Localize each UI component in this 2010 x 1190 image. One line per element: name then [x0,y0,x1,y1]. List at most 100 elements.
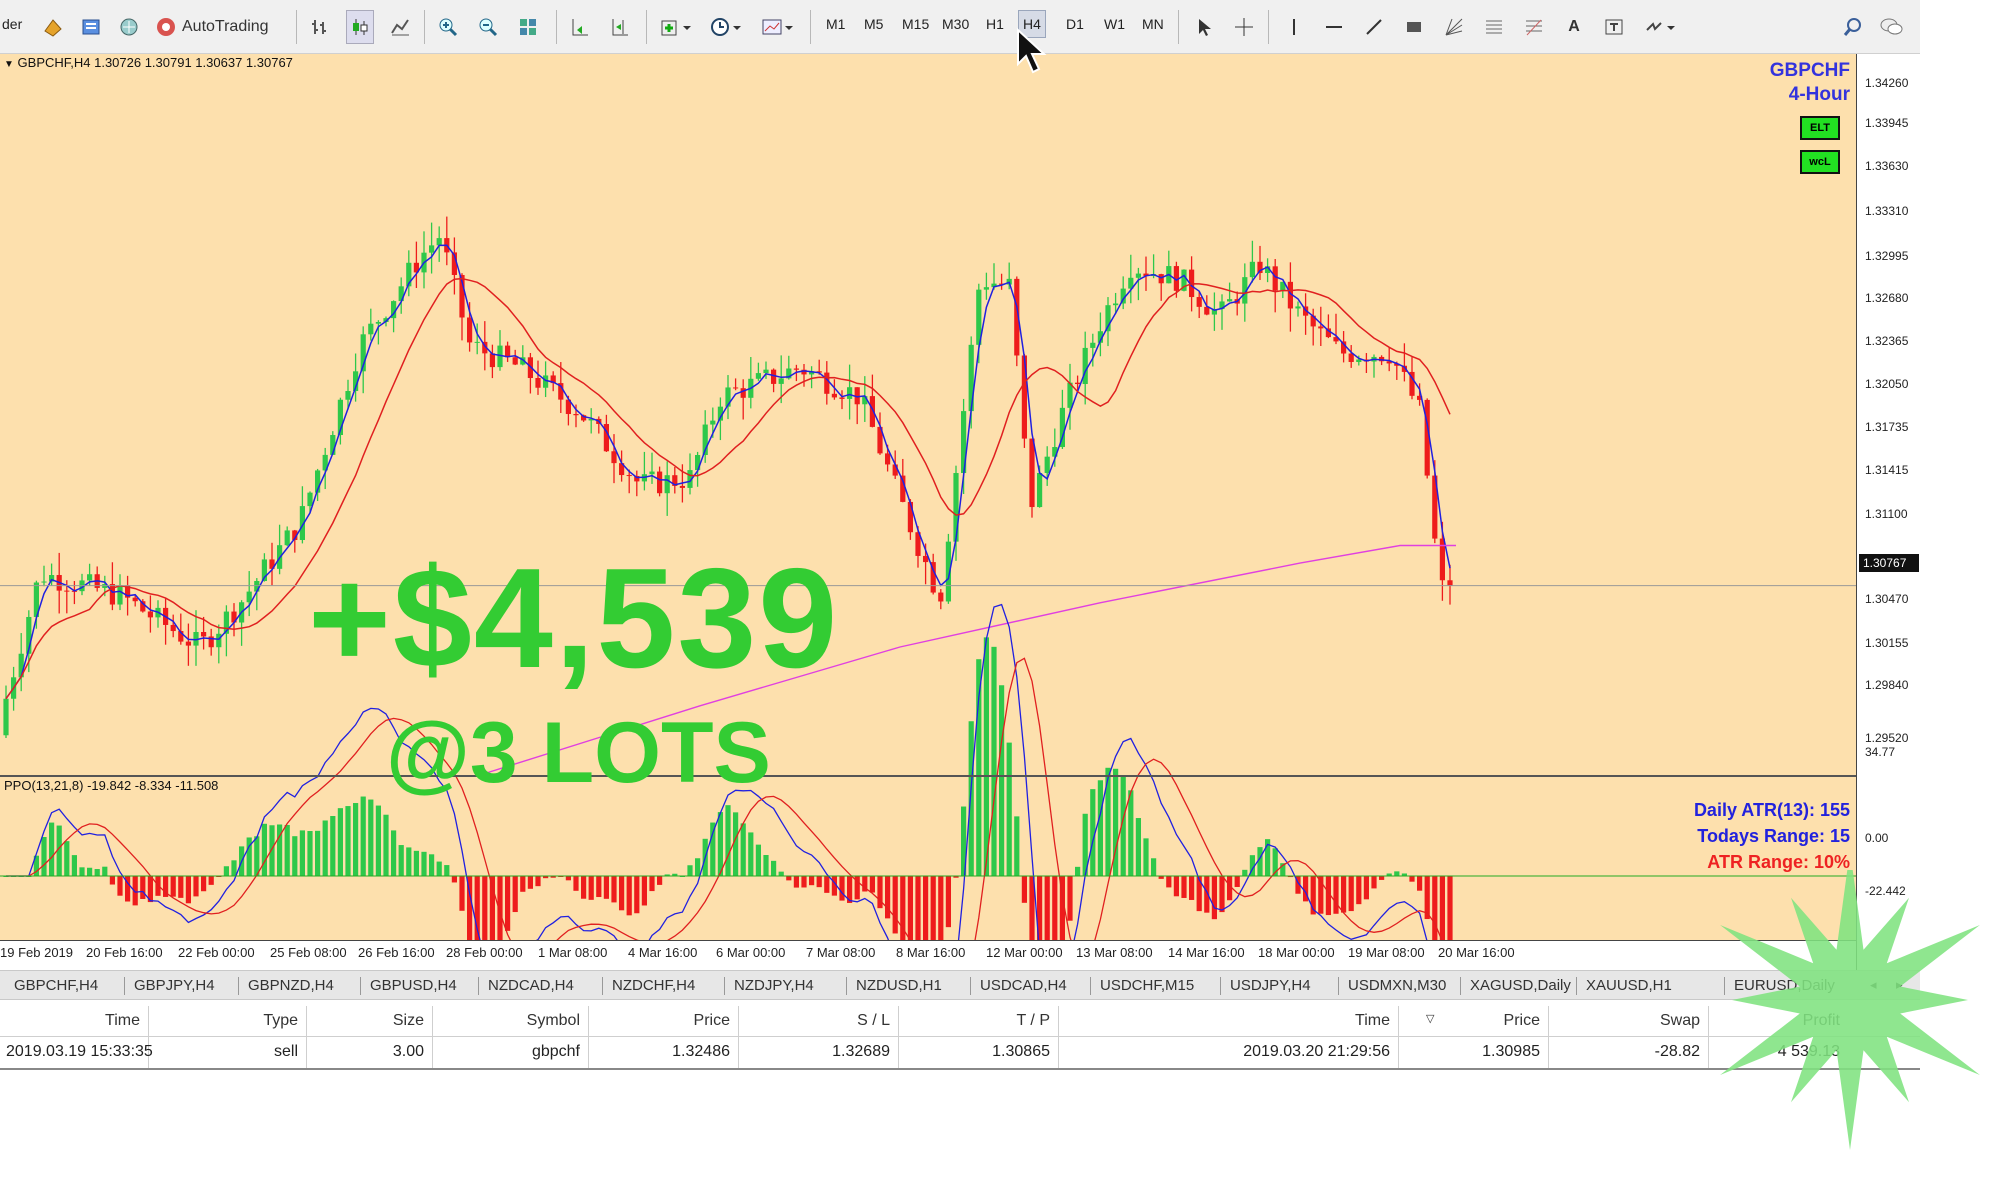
symbol-tab[interactable]: GBPCHF,H4 [14,977,98,994]
symbol-tab[interactable]: NZDCHF,H4 [612,977,695,994]
autoscroll-icon[interactable] [566,10,594,44]
symbol-tab[interactable]: GBPUSD,H4 [370,977,457,994]
symbol-tab[interactable]: NZDCAD,H4 [488,977,574,994]
table-header: Time [1355,1012,1390,1029]
ppo-header: PPO(13,21,8) -19.842 -8.334 -11.508 [4,778,219,793]
candle-body [740,388,746,398]
search-icon[interactable] [1840,10,1866,44]
ppo-bar [1196,876,1202,912]
timeframe-m30[interactable]: M30 [942,16,969,32]
timeframe-m15[interactable]: M15 [902,16,929,32]
timeframe-m1[interactable]: M1 [826,16,845,32]
bar-chart-icon[interactable] [306,10,334,44]
symbol-tab[interactable]: NZDUSD,H1 [856,977,942,994]
zoom-out-icon[interactable] [474,10,502,44]
date-axis[interactable]: 19 Feb 2019 20 Feb 16:00 22 Feb 00:00 25 Fe… [0,940,1856,970]
vertical-line-icon[interactable] [1280,10,1308,44]
chart-symbol-label: GBPCHF [1769,60,1850,81]
symbol-tab[interactable]: XAUUSD,H1 [1586,977,1672,994]
date-tick-label: 13 Mar 08:00 [1076,945,1153,960]
ppo-bar [49,822,55,876]
chart-window[interactable]: ▼ GBPCHF,H4 1.30726 1.30791 1.30637 1.30… [0,54,1920,970]
date-tick-label: 6 Mar 00:00 [716,945,786,960]
channel-icon[interactable] [1480,10,1508,44]
candle-body [1249,261,1255,278]
price-tick-label: 1.32365 [1865,334,1909,348]
ppo-bar [1166,876,1172,888]
indicators-dropdown-icon[interactable] [656,10,696,44]
autotrading-button[interactable]: AutoTrading [154,10,284,44]
trendline-icon[interactable] [1360,10,1388,44]
trader-menu[interactable]: der [2,16,22,32]
rectangle-icon[interactable] [1400,10,1428,44]
candlestick-icon[interactable] [346,10,374,44]
candle-body [885,453,891,465]
text-label-icon[interactable] [1600,10,1628,44]
text-tool-icon[interactable]: A [1560,10,1588,44]
ppo-bar [1189,876,1195,900]
ppo-bar [968,721,974,876]
symbol-tab[interactable]: USDCHF,M15 [1100,977,1194,994]
zoom-in-icon[interactable] [434,10,462,44]
ppo-bar [1242,869,1248,876]
timeframe-w1[interactable]: W1 [1104,16,1125,32]
ppo-bar [1143,838,1149,876]
timeframe-mn[interactable]: MN [1142,16,1164,32]
pane-divider[interactable] [0,775,1856,777]
ppo-bar [444,865,450,876]
date-tick-label: 19 Mar 08:00 [1348,945,1425,960]
ppo-bar [1394,871,1400,876]
date-tick-label: 22 Feb 00:00 [178,945,255,960]
candle-body [3,698,9,736]
ppo-bar [398,845,404,876]
candle-body [1135,273,1141,278]
crosshair-icon[interactable] [1230,10,1258,44]
symbol-tab[interactable]: XAGUSD,Daily [1470,977,1571,994]
periods-dropdown-icon[interactable] [706,10,746,44]
symbol-tab[interactable]: GBPNZD,H4 [248,977,334,994]
ppo-bar [383,814,389,876]
line-chart-icon[interactable] [386,10,414,44]
gann-fan-icon[interactable] [1440,10,1468,44]
chat-icon[interactable] [1876,10,1906,44]
fibonacci-icon[interactable] [1520,10,1548,44]
data-window-icon[interactable] [78,10,104,44]
wcl-badge[interactable]: wcL [1800,150,1840,174]
table-cell: 1.32689 [832,1043,890,1060]
timeframe-d1[interactable]: D1 [1066,16,1084,32]
symbol-tab[interactable]: GBPJPY,H4 [134,977,215,994]
symbol-tab[interactable]: NZDJPY,H4 [734,977,814,994]
date-tick-label: 4 Mar 16:00 [628,945,698,960]
candle-body [543,375,549,388]
symbol-tab[interactable]: USDMXN,M30 [1348,977,1446,994]
price-scale[interactable]: 1.34260 1.33945 1.33630 1.33310 1.32995 1.326… [1856,54,1920,970]
ppo-bar [185,876,191,904]
symbol-tab[interactable]: USDCAD,H4 [980,977,1067,994]
price-tick-label: 1.29840 [1865,678,1909,692]
timeframe-m5[interactable]: M5 [864,16,883,32]
ppo-bar [520,876,526,892]
ppo-bar [1151,858,1157,876]
tile-windows-icon[interactable] [514,10,542,44]
cursor-icon[interactable] [1190,10,1218,44]
templates-dropdown-icon[interactable] [758,10,798,44]
candle-body [512,357,518,365]
navigator-icon[interactable] [116,10,142,44]
symbol-tab[interactable]: USDJPY,H4 [1230,977,1311,994]
ppo-bar [391,830,397,876]
candle-body [1348,353,1354,363]
ppo-bar [649,876,655,892]
elt-badge[interactable]: ELT [1800,116,1840,140]
chart-shift-icon[interactable] [606,10,634,44]
ppo-bar [1021,876,1027,903]
ppo-bar [869,876,875,893]
horizontal-line-icon[interactable] [1320,10,1348,44]
market-watch-icon[interactable] [40,10,66,44]
ppo-bar [930,876,936,940]
arrows-dropdown-icon[interactable] [1640,10,1680,44]
ppo-bar [140,876,146,899]
timeframe-h1[interactable]: H1 [986,16,1004,32]
date-tick-label: 14 Mar 16:00 [1168,945,1245,960]
chart-menu-icon[interactable]: ▼ [4,59,14,70]
ppo-bar [915,876,921,940]
